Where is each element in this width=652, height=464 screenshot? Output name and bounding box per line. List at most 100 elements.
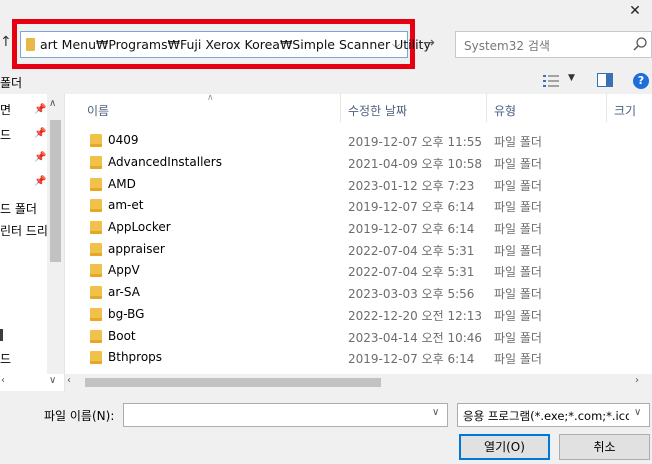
column-divider[interactable]	[486, 94, 487, 122]
scroll-down-icon[interactable]: ∨	[49, 375, 56, 386]
chevron-down-icon[interactable]: ⌵	[387, 36, 405, 54]
search-input[interactable]: System32 검색	[455, 31, 652, 58]
file-type-value: 응용 프로그램(*.exe;*.com;*.icd)	[463, 409, 629, 423]
scroll-left-icon[interactable]: ‹	[67, 375, 71, 386]
pin-icon[interactable]: 📌	[34, 176, 46, 187]
file-name: Bthprops	[108, 350, 163, 364]
close-icon[interactable]: ✕	[626, 2, 644, 20]
file-date: 2021-04-09 오후 10:58	[348, 157, 483, 171]
file-date: 2022-12-20 오전 12:13	[348, 309, 483, 323]
nav-scrollbar-thumb[interactable]	[50, 120, 61, 262]
nav-item[interactable]: 드	[0, 126, 11, 143]
scroll-up-icon[interactable]: ∧	[49, 98, 56, 109]
up-arrow-icon[interactable]: ↑	[0, 34, 12, 54]
open-button[interactable]: 열기(O)	[459, 434, 550, 460]
file-row[interactable]: appraiser 2022-07-04 오후 5:31 파일 폴더	[65, 239, 625, 261]
search-icon[interactable]	[632, 36, 648, 52]
file-name: bg-BG	[108, 307, 145, 321]
filename-label: 파일 이름(N):	[44, 409, 115, 423]
preview-pane-icon[interactable]	[597, 73, 613, 87]
pin-icon[interactable]: 📌	[34, 104, 46, 115]
address-path[interactable]: art Menu₩Programs₩Fuji Xerox Korea₩Simpl…	[40, 37, 431, 52]
scroll-right-icon[interactable]: ›	[635, 375, 639, 386]
filename-input[interactable]: ∨	[123, 403, 448, 427]
file-row[interactable]: AMD 2023-01-12 오후 7:23 파일 폴더	[65, 174, 625, 196]
file-date: 2019-12-07 오후 6:14	[348, 352, 475, 366]
folder-icon	[90, 351, 102, 364]
file-row[interactable]: 0409 2019-12-07 오후 11:55 파일 폴더	[65, 130, 625, 152]
folder-icon	[26, 38, 35, 51]
file-type: 파일 폴더	[494, 287, 542, 301]
file-row[interactable]: ar-SA 2023-03-03 오후 5:56 파일 폴더	[65, 282, 625, 304]
go-arrow-icon[interactable]: →	[420, 35, 438, 55]
horizontal-scrollbar-thumb[interactable]	[85, 378, 381, 387]
folder-icon	[90, 264, 102, 277]
nav-item[interactable]: 린터 드리	[0, 222, 48, 239]
address-bar[interactable]: art Menu₩Programs₩Fuji Xerox Korea₩Simpl…	[20, 31, 431, 58]
folder-icon	[90, 178, 102, 191]
folder-icon	[90, 243, 102, 256]
file-type: 파일 폴더	[494, 309, 542, 323]
file-type: 파일 폴더	[494, 352, 542, 366]
file-row[interactable]: AppV 2022-07-04 오후 5:31 파일 폴더	[65, 260, 625, 282]
file-name: appraiser	[108, 242, 165, 256]
nav-item[interactable]: 면	[0, 101, 11, 118]
column-header-date[interactable]: 수정한 날짜	[348, 102, 407, 119]
nav-item[interactable]: 드	[0, 350, 11, 367]
view-options-icon[interactable]	[543, 74, 559, 88]
file-date: 2019-12-07 오후 6:14	[348, 200, 475, 214]
file-type: 파일 폴더	[494, 222, 542, 236]
file-row[interactable]: AppLocker 2019-12-07 오후 6:14 파일 폴더	[65, 217, 625, 239]
file-name: AdvancedInstallers	[108, 155, 222, 169]
pin-icon[interactable]: 📌	[34, 152, 46, 163]
file-date: 2022-07-04 오후 5:31	[348, 265, 475, 279]
cancel-button[interactable]: 취소	[559, 434, 650, 460]
file-row[interactable]: bg-BG 2022-12-20 오전 12:13 파일 폴더	[65, 304, 625, 326]
file-type: 파일 폴더	[494, 179, 542, 193]
new-folder-button[interactable]: 폴더	[0, 74, 22, 91]
sort-caret-icon: ∧	[207, 93, 214, 103]
file-row[interactable]: Boot 2023-04-14 오전 10:46 파일 폴더	[65, 326, 625, 348]
file-type-select[interactable]: 응용 프로그램(*.exe;*.com;*.icd) ∨	[457, 403, 650, 427]
caret-down-icon[interactable]: ▼	[568, 73, 575, 83]
file-row[interactable]: Bthprops 2019-12-07 오후 6:14 파일 폴더	[65, 347, 625, 369]
file-row[interactable]: am-et 2019-12-07 오후 6:14 파일 폴더	[65, 195, 625, 217]
help-icon[interactable]: ?	[633, 73, 649, 89]
horizontal-scrollbar[interactable]: ‹ ›	[65, 374, 652, 391]
folder-icon	[90, 134, 102, 147]
file-row[interactable]: AdvancedInstallers 2021-04-09 오후 10:58 파…	[65, 152, 625, 174]
file-type: 파일 폴더	[494, 265, 542, 279]
folder-icon	[90, 286, 102, 299]
file-type: 파일 폴더	[494, 157, 542, 171]
file-date: 2023-03-03 오후 5:56	[348, 287, 475, 301]
column-header-name[interactable]: 이름	[87, 102, 109, 119]
nav-item[interactable]: 드 폴더	[0, 200, 37, 217]
folder-icon	[90, 199, 102, 212]
chevron-down-icon[interactable]: ∨	[634, 407, 641, 418]
file-name: Boot	[108, 329, 136, 343]
file-date: 2022-07-04 오후 5:31	[348, 244, 475, 258]
column-divider[interactable]	[606, 94, 607, 122]
folder-icon	[90, 330, 102, 343]
search-placeholder: System32 검색	[464, 39, 550, 53]
file-type: 파일 폴더	[494, 135, 542, 149]
file-type: 파일 폴더	[494, 200, 542, 214]
file-name: am-et	[108, 198, 144, 212]
folder-icon	[90, 156, 102, 169]
column-header-size[interactable]: 크기	[614, 102, 636, 119]
folder-icon	[90, 221, 102, 234]
chevron-down-icon[interactable]: ∨	[432, 407, 439, 418]
file-name: AppV	[108, 263, 140, 277]
file-date: 2019-12-07 오후 11:55	[348, 135, 483, 149]
scroll-left-icon[interactable]: ‹	[1, 375, 5, 386]
file-name: ar-SA	[108, 285, 140, 299]
file-type: 파일 폴더	[494, 331, 542, 345]
file-date: 2023-04-14 오전 10:46	[348, 331, 483, 345]
nav-selection-indicator	[0, 329, 3, 341]
folder-icon	[90, 308, 102, 321]
file-name: AppLocker	[108, 220, 171, 234]
column-header-type[interactable]: 유형	[494, 102, 516, 119]
file-date: 2019-12-07 오후 6:14	[348, 222, 475, 236]
column-divider[interactable]	[340, 94, 341, 122]
pin-icon[interactable]: 📌	[34, 128, 46, 139]
